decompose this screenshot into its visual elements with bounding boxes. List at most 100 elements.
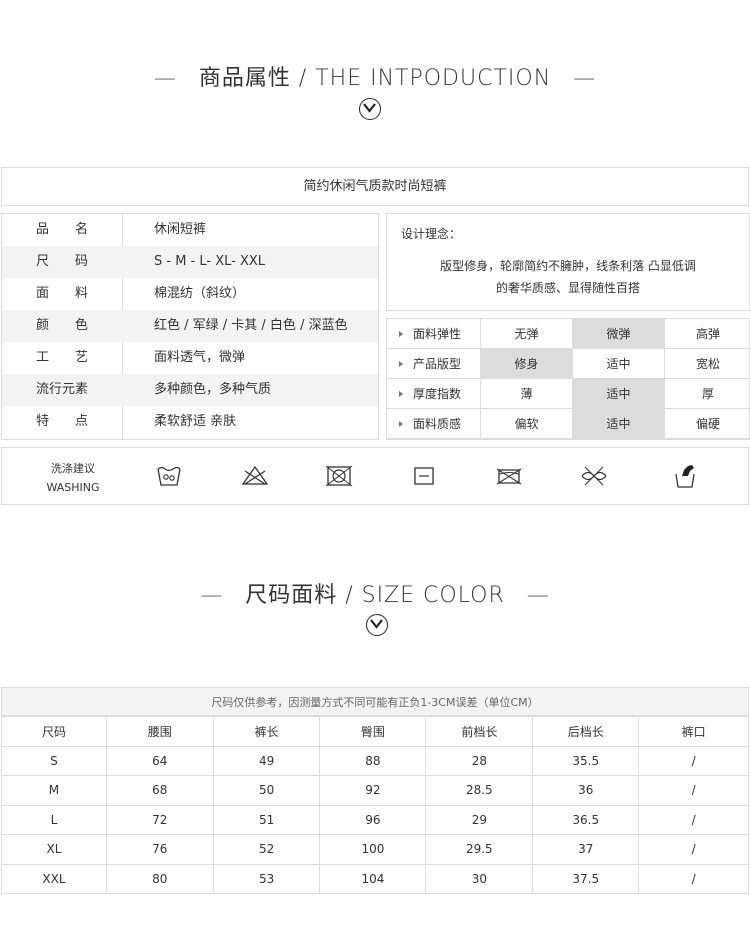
attribute-key: 品 名	[35, 222, 88, 237]
attribute-value: 棉混纺（斜纹）	[154, 286, 246, 301]
size-table-cell: XL	[1, 834, 107, 865]
no-dry-clean-icon	[581, 466, 607, 486]
triangle-right-icon	[399, 391, 403, 397]
no-tumble-dry-icon	[325, 465, 353, 487]
attribute-value: S - M - L- XL- XXL	[154, 254, 266, 269]
size-table-header-cell: 臀围	[319, 716, 427, 747]
size-table-header-cell: 尺码	[1, 716, 107, 747]
section-heading-introduction: — 商品属性 / THE INTPODUCTION —	[0, 60, 750, 92]
attribute-key: 工 艺	[35, 350, 88, 365]
size-table-row: M 68 50 92 28.5 36/	[1, 775, 749, 806]
feature-option: 宽松	[665, 349, 750, 379]
attribute-key: 特 点	[35, 414, 88, 429]
feature-option: 偏软	[481, 409, 573, 439]
attribute-value: 红色 / 军绿 / 卡其 / 白色 / 深蓝色	[154, 318, 348, 333]
heading-dash-left: —	[153, 66, 177, 91]
size-note-text: 尺码仅供参考，因测量方式不同可能有正负1-3CM误差（单位CM）	[211, 696, 539, 709]
feature-option: 适中	[573, 409, 665, 439]
size-table-cell: /	[638, 834, 749, 865]
size-table-cell: 28.5	[425, 775, 534, 806]
size-table-cell: 92	[319, 775, 427, 806]
size-table-header-cell: 前档长	[425, 716, 534, 747]
chevron-down-icon	[366, 614, 388, 636]
size-table-cell: 68	[105, 775, 214, 806]
attribute-value: 休闲短裤	[154, 222, 207, 237]
size-table-row: L 72 51 96 29 36.5/	[1, 804, 749, 835]
size-table-cell: L	[1, 804, 107, 835]
size-table-cell: 80	[105, 863, 214, 894]
feature-option: 偏硬	[665, 409, 750, 439]
size-table-cell: 64	[105, 745, 214, 776]
feature-option: 适中	[573, 379, 665, 409]
size-table-row: S 64 49 88 28 35.5/	[1, 745, 749, 776]
attribute-row: 尺 码 S - M - L- XL- XXL	[2, 246, 378, 278]
size-table-cell: 50	[212, 775, 321, 806]
design-concept-line: 的奢华质感、显得随性百搭	[495, 281, 640, 295]
size-table-cell: XXL	[1, 863, 107, 894]
size-table: 尺码 腰围 裤长 臀围 前档长 后档长 裤口 S 64 49 88 28 35.5/M 68 50 92 28.…	[1, 716, 749, 894]
attribute-key: 面 料	[35, 286, 88, 301]
feature-label-text: 产品版型	[413, 357, 462, 371]
size-table-cell: 37	[532, 834, 640, 865]
washing-label-cn: 洗涤建议	[51, 462, 95, 475]
attribute-key: 颜 色	[35, 318, 88, 333]
size-table-row: XXL 80 53 104 30 37.5/	[1, 863, 749, 894]
feature-label: 面料质感	[387, 409, 481, 439]
design-concept-box: 设计理念： 版型修身，轮廓简约不臃肿，线条利落 凸显低调 的奢华质感、显得随性百…	[386, 213, 750, 311]
attribute-table: 品 名 休闲短裤尺 码 S - M - L- XL- XXL 面 料 棉混纺（斜纹） 颜 …	[1, 213, 379, 440]
size-table-cell: 52	[212, 834, 321, 865]
triangle-right-icon	[399, 331, 403, 337]
attribute-row: 工 艺 面料透气，微弹	[2, 342, 378, 374]
heading-dash-right: —	[573, 66, 597, 91]
size-table-cell: 28	[425, 745, 534, 776]
triangle-right-icon	[399, 421, 403, 427]
size-note: 尺码仅供参考，因测量方式不同可能有正负1-3CM误差（单位CM）	[1, 687, 749, 716]
size-table-cell: 36.5	[532, 804, 640, 835]
feature-option: 无弹	[481, 319, 573, 349]
size-table-row: XL 76 52 100 29.5 37/	[1, 834, 749, 865]
feature-label: 厚度指数	[387, 379, 481, 409]
attribute-row: 颜 色 红色 / 军绿 / 卡其 / 白色 / 深蓝色	[2, 310, 378, 342]
feature-option: 高弹	[665, 319, 750, 349]
size-table-cell: 104	[319, 863, 427, 894]
heading-dash-left: —	[200, 583, 224, 608]
washing-label-en: WASHING	[46, 481, 100, 494]
size-table-cell: 72	[105, 804, 214, 835]
section-heading-size-color: — 尺码面料 / SIZE COLOR —	[0, 577, 750, 609]
size-table-header-cell: 后档长	[532, 716, 640, 747]
size-table-cell: 36	[532, 775, 640, 806]
heading-text: 商品属性 / THE INTPODUCTION	[198, 66, 552, 91]
no-wring-icon	[675, 465, 695, 488]
size-table-cell: 96	[319, 804, 427, 835]
triangle-right-icon	[399, 361, 403, 367]
heading-dash-right: —	[526, 583, 550, 608]
heading-text: 尺码面料 / SIZE COLOR	[245, 583, 505, 608]
size-table-cell: 35.5	[532, 745, 640, 776]
size-table-cell: 88	[319, 745, 427, 776]
size-table-cell: /	[638, 745, 749, 776]
feature-option: 修身	[481, 349, 573, 379]
size-table-header-cell: 裤长	[212, 716, 321, 747]
attribute-row: 面 料 棉混纺（斜纹）	[2, 278, 378, 310]
product-title-bar: 简约休闲气质款时尚短裤	[1, 167, 749, 206]
size-table-cell: M	[1, 775, 107, 806]
attribute-value: 柔软舒适 亲肤	[154, 414, 237, 429]
size-table-cell: S	[1, 745, 107, 776]
feature-option: 适中	[573, 349, 665, 379]
product-title: 简约休闲气质款时尚短裤	[303, 179, 447, 194]
feature-label: 产品版型	[387, 349, 481, 379]
size-table-cell: 51	[212, 804, 321, 835]
feature-option: 薄	[481, 379, 573, 409]
feature-grid: 面料弹性 无弹 微弹 高弹 产品版型 修身 适中 宽松 厚度指数 薄适中厚面料质感 偏软 适中 偏硬	[386, 318, 750, 440]
washing-instructions: 洗涤建议 WASHING	[1, 447, 749, 505]
feature-label: 面料弹性	[387, 319, 481, 349]
design-concept-line: 版型修身，轮廓简约不臃肿，线条利落 凸显低调	[440, 259, 696, 273]
size-table-cell: /	[638, 804, 749, 835]
size-table-cell: 37.5	[532, 863, 640, 894]
size-table-cell: 29.5	[425, 834, 534, 865]
attribute-row: 品 名 休闲短裤	[2, 214, 378, 246]
size-table-cell: 29	[425, 804, 534, 835]
size-table-cell: 49	[212, 745, 321, 776]
size-table-header-cell: 腰围	[105, 716, 214, 747]
dry-flat-icon	[414, 467, 434, 485]
